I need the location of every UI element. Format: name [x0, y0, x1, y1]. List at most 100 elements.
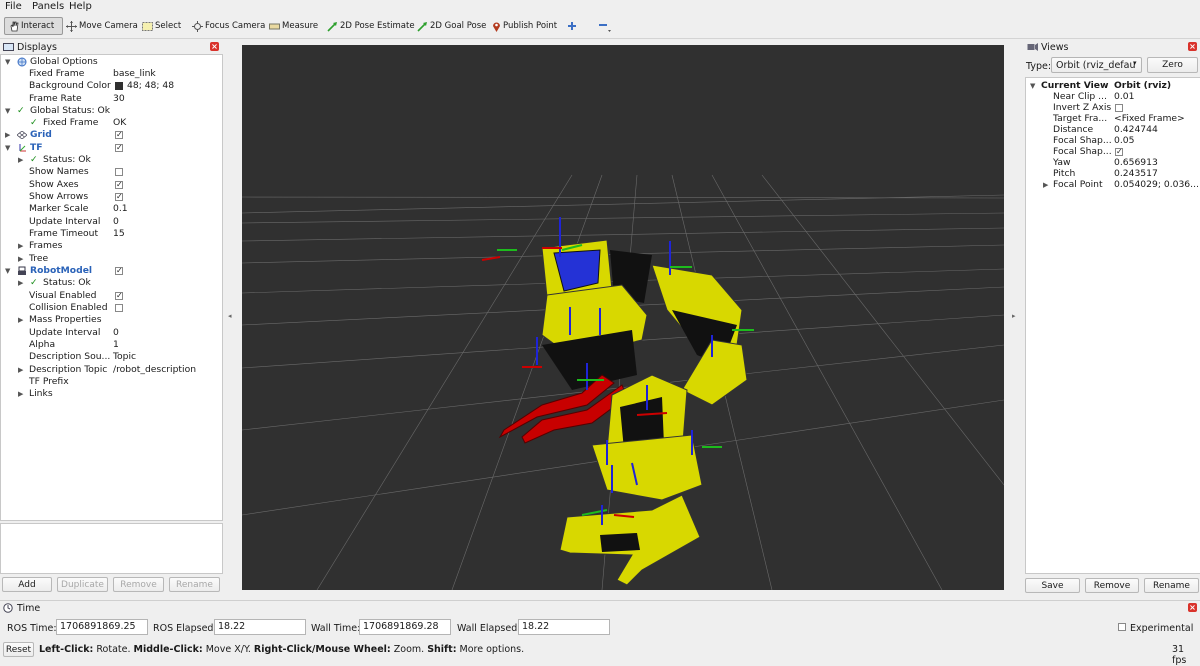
tree-row-update-interval[interactable]: Update Interval 0	[1, 216, 222, 228]
collapse-arrow-icon[interactable]: ▶	[18, 314, 23, 326]
show-axes-checkbox[interactable]: ✓	[115, 181, 123, 189]
global-options-label: Global Options	[30, 56, 98, 68]
tree-row-fixed-frame[interactable]: Fixed Frame base_link	[1, 68, 222, 80]
ros-elapsed-field[interactable]: 18.22	[214, 619, 306, 635]
3d-viewport[interactable]	[242, 45, 1004, 590]
tree-row-focal-point[interactable]: ▶ Focal Point 0.054029; 0.036...	[1026, 179, 1200, 191]
tree-row-tf[interactable]: ▼ TF ✓	[1, 142, 222, 154]
tree-row-frame-timeout[interactable]: Frame Timeout 15	[1, 228, 222, 240]
collapse-arrow-icon[interactable]: ▶	[18, 240, 23, 252]
expand-arrow-icon[interactable]: ▼	[5, 105, 10, 117]
tree-row-collision-enabled[interactable]: Collision Enabled	[1, 302, 222, 314]
remove-view-button[interactable]: Remove	[1085, 578, 1139, 593]
collapse-arrow-icon[interactable]: ▶	[18, 388, 23, 400]
reset-button[interactable]: Reset	[3, 642, 34, 657]
show-names-checkbox[interactable]	[115, 168, 123, 176]
tree-row-frames[interactable]: ▶ Frames	[1, 240, 222, 252]
expand-arrow-icon[interactable]: ▼	[5, 56, 10, 68]
background-color-value[interactable]: 48; 48; 48	[127, 80, 174, 92]
marker-scale-value[interactable]: 0.1	[113, 203, 128, 215]
menu-help[interactable]: Help	[69, 1, 92, 12]
remove-display-button[interactable]: Remove	[113, 577, 164, 592]
select-tool-button[interactable]: Select	[142, 17, 181, 35]
tree-row-background-color[interactable]: Background Color 48; 48; 48	[1, 80, 222, 92]
tree-row-global-options[interactable]: ▼ Global Options	[1, 56, 222, 68]
wall-time-field[interactable]: 1706891869.28	[359, 619, 451, 635]
robot-update-interval-value[interactable]: 0	[113, 327, 119, 339]
tree-row-robot-model[interactable]: ▼ RobotModel ✓	[1, 265, 222, 277]
tree-row-robot-update-interval[interactable]: Update Interval 0	[1, 327, 222, 339]
tree-row-description-topic[interactable]: ▶ Description Topic /robot_description	[1, 364, 222, 376]
update-interval-value[interactable]: 0	[113, 216, 119, 228]
tree-row-show-names[interactable]: Show Names	[1, 166, 222, 178]
experimental-checkbox[interactable]	[1118, 623, 1126, 631]
tree-row-grid[interactable]: ▶ Grid ✓	[1, 129, 222, 141]
tree-row-visual-enabled[interactable]: Visual Enabled ✓	[1, 290, 222, 302]
tree-row-tf-status[interactable]: ▶ ✓ Status: Ok	[1, 154, 222, 166]
tree-row-description-source[interactable]: Description Sou... Topic	[1, 351, 222, 363]
tree-row-marker-scale[interactable]: Marker Scale 0.1	[1, 203, 222, 215]
grid-enabled-checkbox[interactable]: ✓	[115, 131, 123, 139]
menu-panels[interactable]: Panels	[32, 1, 64, 12]
menu-file[interactable]: File	[5, 1, 22, 12]
ros-time-field[interactable]: 1706891869.25	[56, 619, 148, 635]
visual-enabled-checkbox[interactable]: ✓	[115, 292, 123, 300]
frame-timeout-value[interactable]: 15	[113, 228, 125, 240]
focal-shape-fixed-checkbox[interactable]: ✓	[1115, 148, 1123, 156]
tree-row-show-arrows[interactable]: Show Arrows ✓	[1, 191, 222, 203]
tree-row-mass-properties[interactable]: ▶ Mass Properties	[1, 314, 222, 326]
rename-view-button[interactable]: Rename	[1144, 578, 1199, 593]
hint-left-click: Left-Click:	[39, 644, 93, 655]
rename-display-button[interactable]: Rename	[169, 577, 220, 592]
frame-rate-value[interactable]: 30	[113, 93, 125, 105]
tree-row-global-status[interactable]: ▼ ✓ Global Status: Ok	[1, 105, 222, 117]
add-tool-button[interactable]	[567, 17, 579, 35]
collapse-arrow-icon[interactable]: ▶	[18, 154, 23, 166]
measure-tool-button[interactable]: Measure	[269, 17, 318, 35]
tree-row-tf-prefix[interactable]: TF Prefix	[1, 376, 222, 388]
tree-row-show-axes[interactable]: Show Axes ✓	[1, 179, 222, 191]
collapse-arrow-icon[interactable]: ▶	[18, 364, 23, 376]
description-source-value[interactable]: Topic	[113, 351, 136, 363]
add-display-button[interactable]: Add	[2, 577, 52, 592]
collapse-arrow-icon[interactable]: ▶	[5, 129, 10, 141]
wall-elapsed-field[interactable]: 18.22	[518, 619, 610, 635]
zero-view-button[interactable]: Zero	[1147, 57, 1198, 73]
alpha-value[interactable]: 1	[113, 339, 119, 351]
views-close-icon[interactable]: ×	[1188, 42, 1197, 51]
publish-point-button[interactable]: Publish Point	[492, 17, 557, 35]
interact-tool-button[interactable]: Interact	[4, 17, 63, 35]
focus-camera-button[interactable]: Focus Camera	[192, 17, 265, 35]
invert-z-checkbox[interactable]	[1115, 104, 1123, 112]
tree-row-fixed-frame-status[interactable]: ✓ Fixed Frame OK	[1, 117, 222, 129]
view-type-select[interactable]: Orbit (rviz_defau ▾	[1051, 57, 1142, 73]
collapse-arrow-icon[interactable]: ▶	[18, 253, 23, 265]
expand-arrow-icon[interactable]: ▼	[5, 142, 10, 154]
remove-tool-button[interactable]	[598, 17, 614, 35]
show-arrows-checkbox[interactable]: ✓	[115, 193, 123, 201]
save-view-button[interactable]: Save	[1025, 578, 1080, 593]
tree-row-links[interactable]: ▶ Links	[1, 388, 222, 400]
right-splitter-handle-icon[interactable]: ▸	[1012, 312, 1016, 320]
collapse-arrow-icon[interactable]: ▶	[18, 277, 23, 289]
displays-close-icon[interactable]: ×	[210, 42, 219, 51]
pose-estimate-button[interactable]: 2D Pose Estimate	[327, 17, 415, 35]
fixed-frame-value[interactable]: base_link	[113, 68, 156, 80]
tree-row-tree[interactable]: ▶ Tree	[1, 253, 222, 265]
tree-row-frame-rate[interactable]: Frame Rate 30	[1, 93, 222, 105]
time-close-icon[interactable]: ×	[1188, 603, 1197, 612]
expand-arrow-icon[interactable]: ▼	[5, 265, 10, 277]
left-splitter-handle-icon[interactable]: ◂	[228, 312, 232, 320]
color-swatch[interactable]	[115, 82, 123, 90]
collision-enabled-checkbox[interactable]	[115, 304, 123, 312]
collapse-arrow-icon[interactable]: ▶	[1043, 179, 1048, 191]
tree-row-alpha[interactable]: Alpha 1	[1, 339, 222, 351]
robot-model-enabled-checkbox[interactable]: ✓	[115, 267, 123, 275]
duplicate-display-button[interactable]: Duplicate	[57, 577, 108, 592]
goal-pose-button[interactable]: 2D Goal Pose	[417, 17, 486, 35]
tf-enabled-checkbox[interactable]: ✓	[115, 144, 123, 152]
move-camera-button[interactable]: Move Camera	[66, 17, 138, 35]
tree-row-robot-status[interactable]: ▶ ✓ Status: Ok	[1, 277, 222, 289]
description-topic-value[interactable]: /robot_description	[113, 364, 196, 376]
focal-point-value[interactable]: 0.054029; 0.036...	[1114, 179, 1199, 191]
